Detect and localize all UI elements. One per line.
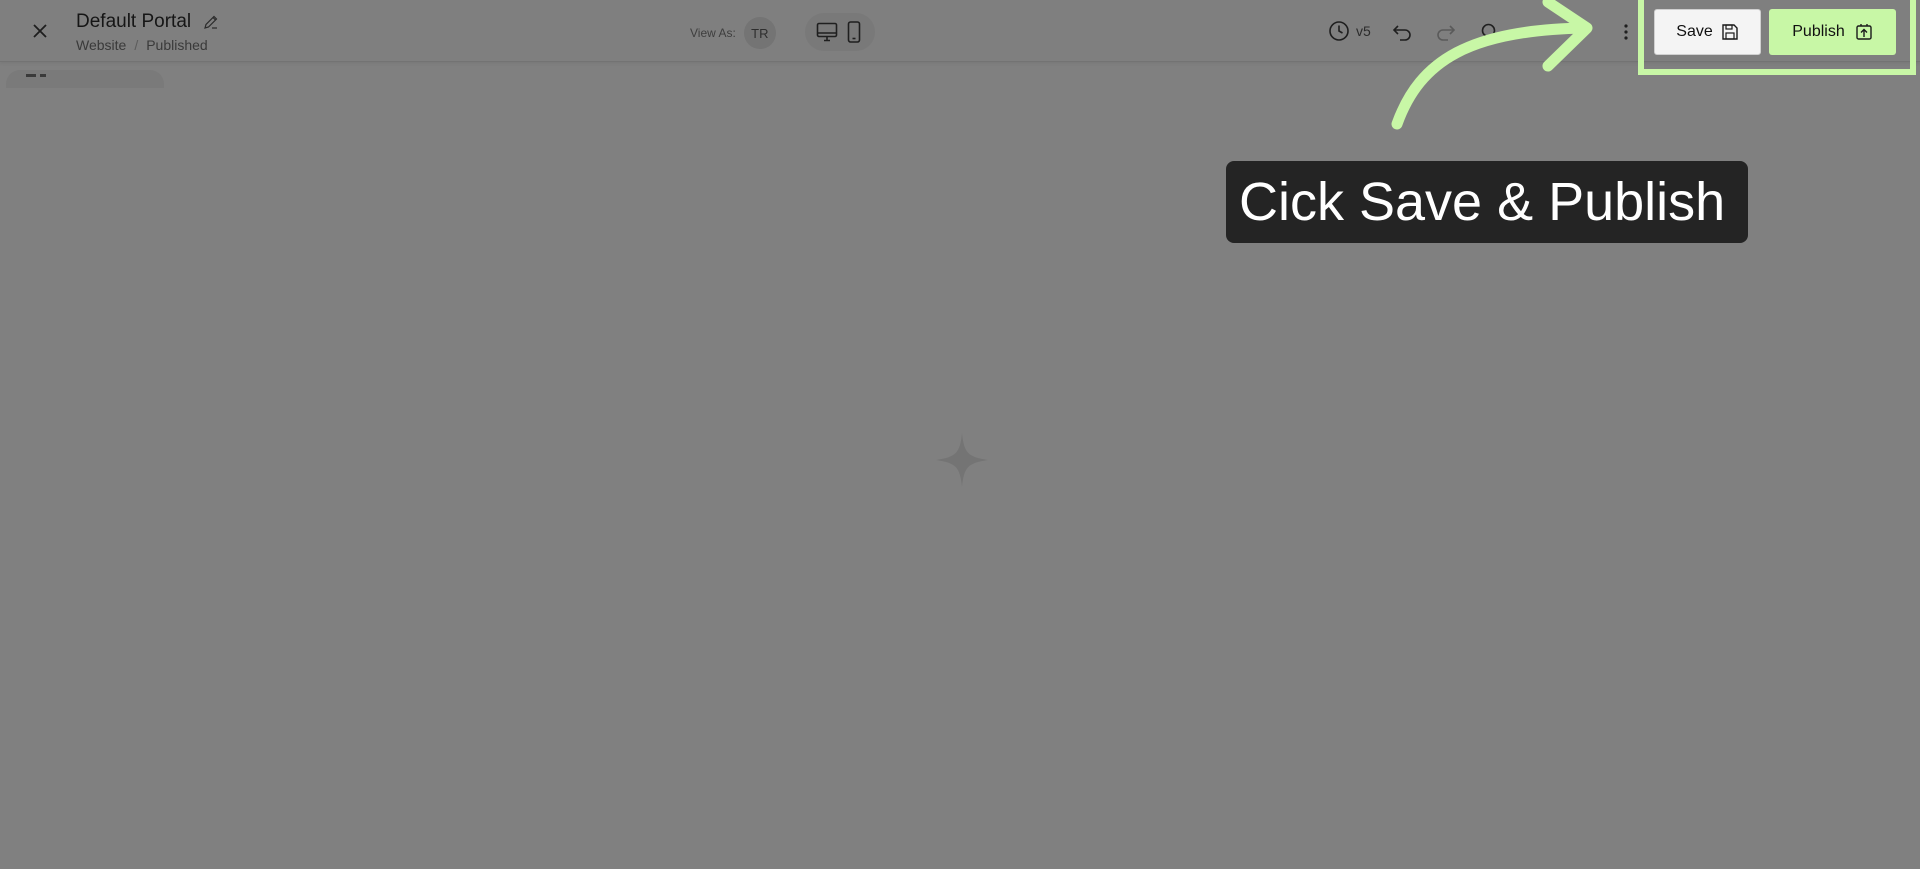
mobile-view-button[interactable] <box>841 19 867 45</box>
publish-button[interactable]: Publish <box>1769 9 1896 55</box>
desktop-icon <box>816 22 837 42</box>
close-icon <box>33 24 47 38</box>
pencil-icon <box>204 15 218 29</box>
view-as-label: View As: <box>690 26 736 40</box>
close-button[interactable] <box>28 19 52 43</box>
history-icon <box>1329 21 1349 41</box>
publish-icon <box>1856 24 1872 40</box>
curved-arrow-icon <box>1391 0 1593 130</box>
panel-tab-icon <box>26 74 46 77</box>
breadcrumb-website[interactable]: Website <box>76 36 126 54</box>
sparkle-icon <box>936 433 988 487</box>
view-as-control: View As: TR <box>690 17 776 49</box>
breadcrumb-status: Published <box>146 37 208 53</box>
desktop-view-button[interactable] <box>814 19 840 45</box>
mobile-icon <box>847 21 860 43</box>
page-header: Default Portal Website / Published <box>76 10 221 54</box>
device-toggle <box>805 13 875 51</box>
page-title: Default Portal <box>76 11 192 32</box>
breadcrumb-separator: / <box>134 37 139 53</box>
save-button[interactable]: Save <box>1654 9 1761 55</box>
version-label: v5 <box>1356 23 1371 39</box>
side-panel-tab[interactable] <box>6 70 164 88</box>
more-options-button[interactable] <box>1614 20 1638 44</box>
save-label: Save <box>1676 23 1713 40</box>
publish-label: Publish <box>1792 23 1845 40</box>
version-history-button[interactable]: v5 <box>1328 20 1371 42</box>
save-disk-icon <box>1722 24 1738 40</box>
instruction-callout: Cick Save & Publish <box>1226 161 1748 243</box>
top-toolbar: Default Portal Website / Published View … <box>0 0 1920 62</box>
more-vertical-icon <box>1624 24 1628 40</box>
edit-title-button[interactable] <box>201 12 221 32</box>
avatar[interactable]: TR <box>743 17 776 49</box>
breadcrumb: Website / Published <box>76 36 221 54</box>
